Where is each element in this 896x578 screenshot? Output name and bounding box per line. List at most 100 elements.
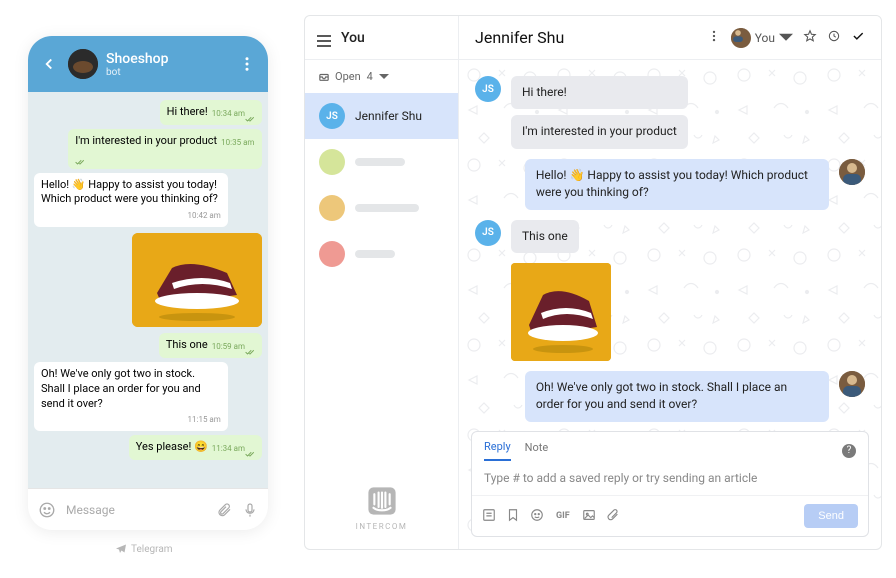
attach-icon[interactable] <box>216 502 232 518</box>
mic-icon[interactable] <box>242 502 258 518</box>
tab-note[interactable]: Note <box>525 441 549 460</box>
message-input[interactable]: Message <box>66 503 206 517</box>
conversation-item[interactable] <box>305 231 458 277</box>
agent-avatar <box>839 371 865 397</box>
chat-title-block[interactable]: Shoeshop bot <box>106 51 238 78</box>
conversation-avatar <box>319 195 345 221</box>
conversation-item[interactable]: JS Jennifer Shu <box>305 93 458 139</box>
chevron-down-icon <box>379 72 389 82</box>
snooze-icon[interactable] <box>827 28 841 47</box>
telegram-brand-label: Telegram <box>115 543 173 555</box>
attach-icon[interactable] <box>606 507 620 526</box>
emoji-icon[interactable] <box>38 501 56 519</box>
thread-row-agent: Oh! We've only got two in stock. Shall I… <box>475 371 865 422</box>
assignee-picker[interactable]: You <box>731 28 793 48</box>
tg-text: Yes please! 😄 <box>136 440 208 453</box>
tg-text: Oh! We've only got two in stock. Shall I… <box>41 367 201 410</box>
more-vert-icon[interactable] <box>707 28 721 47</box>
read-ticks-icon <box>75 156 85 164</box>
send-button[interactable]: Send <box>804 504 858 528</box>
tg-image-attachment[interactable] <box>132 233 262 327</box>
bookmark-icon[interactable] <box>506 507 520 526</box>
help-icon[interactable]: ? <box>842 444 856 458</box>
menu-icon[interactable] <box>317 32 331 44</box>
image-attachment[interactable] <box>511 263 611 361</box>
inbox-header: You <box>305 16 458 60</box>
chevron-down-icon <box>779 31 793 45</box>
tg-timestamp: 10:34 am <box>212 109 245 120</box>
intercom-brand-label: INTERCOM <box>356 522 408 531</box>
sneaker-image <box>511 263 611 361</box>
filter-count: 4 <box>367 70 373 83</box>
tg-timestamp: 10:42 am <box>188 211 221 222</box>
conversation-thread: JS Hi there! I'm interested in your prod… <box>459 60 881 431</box>
conversation-item[interactable] <box>305 139 458 185</box>
telegram-composer: Message <box>28 488 268 530</box>
tg-text: This one <box>166 338 208 351</box>
tg-message-in[interactable]: Oh! We've only got two in stock. Shall I… <box>34 362 228 431</box>
thread-row-customer: JS This one <box>475 220 865 253</box>
placeholder-line <box>355 204 419 212</box>
inbox-column: You Open 4 JS Jennifer Shu <box>305 16 459 549</box>
composer-input[interactable]: Type # to add a saved reply or try sendi… <box>472 461 868 495</box>
conversation-avatar: JS <box>319 103 345 129</box>
message-bubble[interactable]: Hello! 👋 Happy to assist you today! Whic… <box>525 159 829 210</box>
tg-text: Hi there! <box>167 105 208 118</box>
emoji-icon[interactable] <box>530 507 544 526</box>
tg-timestamp: 10:35 am <box>221 138 254 149</box>
intercom-panel: You Open 4 JS Jennifer Shu <box>304 15 882 550</box>
telegram-phone: Shoeshop bot Hi there! 10:34 am I'm inter… <box>28 36 268 530</box>
conversation-column: Jennifer Shu You <box>459 16 881 549</box>
tg-message-out[interactable]: Hi there! 10:34 am <box>160 100 262 125</box>
tab-reply[interactable]: Reply <box>484 440 511 461</box>
composer: Reply Note ? Type # to add a saved reply… <box>471 431 869 537</box>
close-check-icon[interactable] <box>851 28 865 47</box>
message-bubble[interactable]: I'm interested in your product <box>511 115 688 148</box>
back-arrow-icon[interactable] <box>40 55 58 73</box>
read-ticks-icon <box>245 447 255 455</box>
image-icon[interactable] <box>582 507 596 526</box>
intercom-brand: INTERCOM <box>305 466 458 549</box>
agent-avatar <box>839 159 865 185</box>
intercom-logo-icon <box>365 484 399 518</box>
inbox-filter[interactable]: Open 4 <box>305 60 458 93</box>
filter-label: Open <box>335 70 361 83</box>
telegram-header: Shoeshop bot <box>28 36 268 92</box>
star-icon[interactable] <box>803 28 817 47</box>
chat-avatar[interactable] <box>68 49 98 79</box>
telegram-icon <box>115 543 127 555</box>
message-bubble[interactable]: Hi there! <box>511 76 688 109</box>
composer-tabs: Reply Note ? <box>472 432 868 461</box>
read-ticks-icon <box>245 112 255 120</box>
telegram-label-text: Telegram <box>131 544 173 555</box>
tg-timestamp: 11:15 am <box>188 415 221 426</box>
composer-toolbar: GIF Send <box>472 495 868 536</box>
assignee-label: You <box>755 31 775 45</box>
customer-avatar: JS <box>475 76 501 102</box>
tg-message-out[interactable]: I'm interested in your product 10:35 am <box>68 129 262 169</box>
thread-row-customer: JS Hi there! I'm interested in your prod… <box>475 76 865 149</box>
tg-message-in[interactable]: Hello! 👋 Happy to assist you today! Whic… <box>34 173 228 228</box>
tg-text: Hello! 👋 Happy to assist you today! Whic… <box>41 178 218 206</box>
conversation-name: Jennifer Shu <box>355 109 444 123</box>
tg-message-out[interactable]: This one 10:59 am <box>159 333 262 358</box>
conversation-item[interactable] <box>305 185 458 231</box>
conversation-header: Jennifer Shu You <box>459 16 881 60</box>
inbox-owner: You <box>341 30 365 46</box>
placeholder-line <box>355 158 405 166</box>
inbox-tray-icon <box>319 72 329 82</box>
read-ticks-icon <box>245 345 255 353</box>
tg-text: I'm interested in your product <box>75 134 217 147</box>
gif-button[interactable]: GIF <box>554 511 572 521</box>
assignee-avatar <box>731 28 751 48</box>
more-vert-icon[interactable] <box>238 55 256 73</box>
tg-timestamp: 10:59 am <box>212 342 245 353</box>
article-icon[interactable] <box>482 507 496 526</box>
telegram-thread: Hi there! 10:34 am I'm interested in your… <box>28 92 268 488</box>
placeholder-line <box>355 250 395 258</box>
tg-message-out[interactable]: Yes please! 😄 11:34 am <box>129 435 262 460</box>
message-bubble[interactable]: This one <box>511 220 579 253</box>
conversation-tools: You <box>707 28 865 48</box>
message-bubble[interactable]: Oh! We've only got two in stock. Shall I… <box>525 371 829 422</box>
tg-timestamp: 11:34 am <box>212 444 245 455</box>
